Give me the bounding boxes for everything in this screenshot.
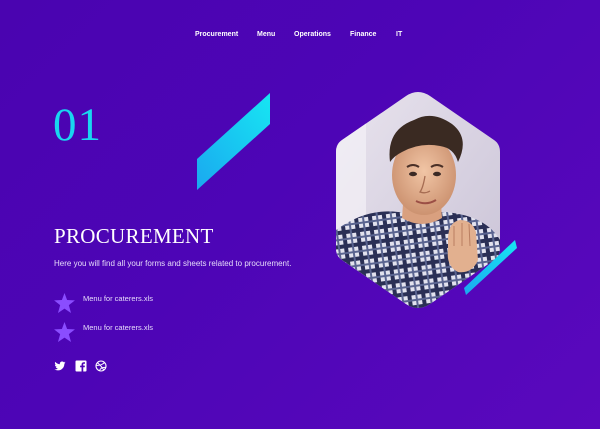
nav-item-menu[interactable]: Menu: [257, 31, 275, 38]
nav-item-procurement[interactable]: Procurement: [195, 31, 238, 38]
nav-item-operations[interactable]: Operations: [294, 31, 331, 38]
file-label: Menu for caterers.xls: [83, 323, 154, 332]
star-icon: [54, 322, 75, 342]
decorative-stripe: [464, 240, 517, 295]
star-icon: [54, 293, 75, 313]
facebook-icon[interactable]: [75, 360, 87, 372]
twitter-icon[interactable]: [54, 360, 66, 372]
section-title: PROCUREMENT: [54, 224, 214, 248]
dribbble-icon[interactable]: [95, 360, 107, 372]
file-label: Menu for caterers.xls: [83, 294, 154, 303]
decorative-stripe: [197, 93, 270, 190]
nav-item-it[interactable]: IT: [396, 31, 402, 38]
section-number: 01: [53, 99, 102, 151]
section-description: Here you will find all your forms and sh…: [54, 259, 292, 268]
nav-item-finance[interactable]: Finance: [350, 31, 376, 38]
